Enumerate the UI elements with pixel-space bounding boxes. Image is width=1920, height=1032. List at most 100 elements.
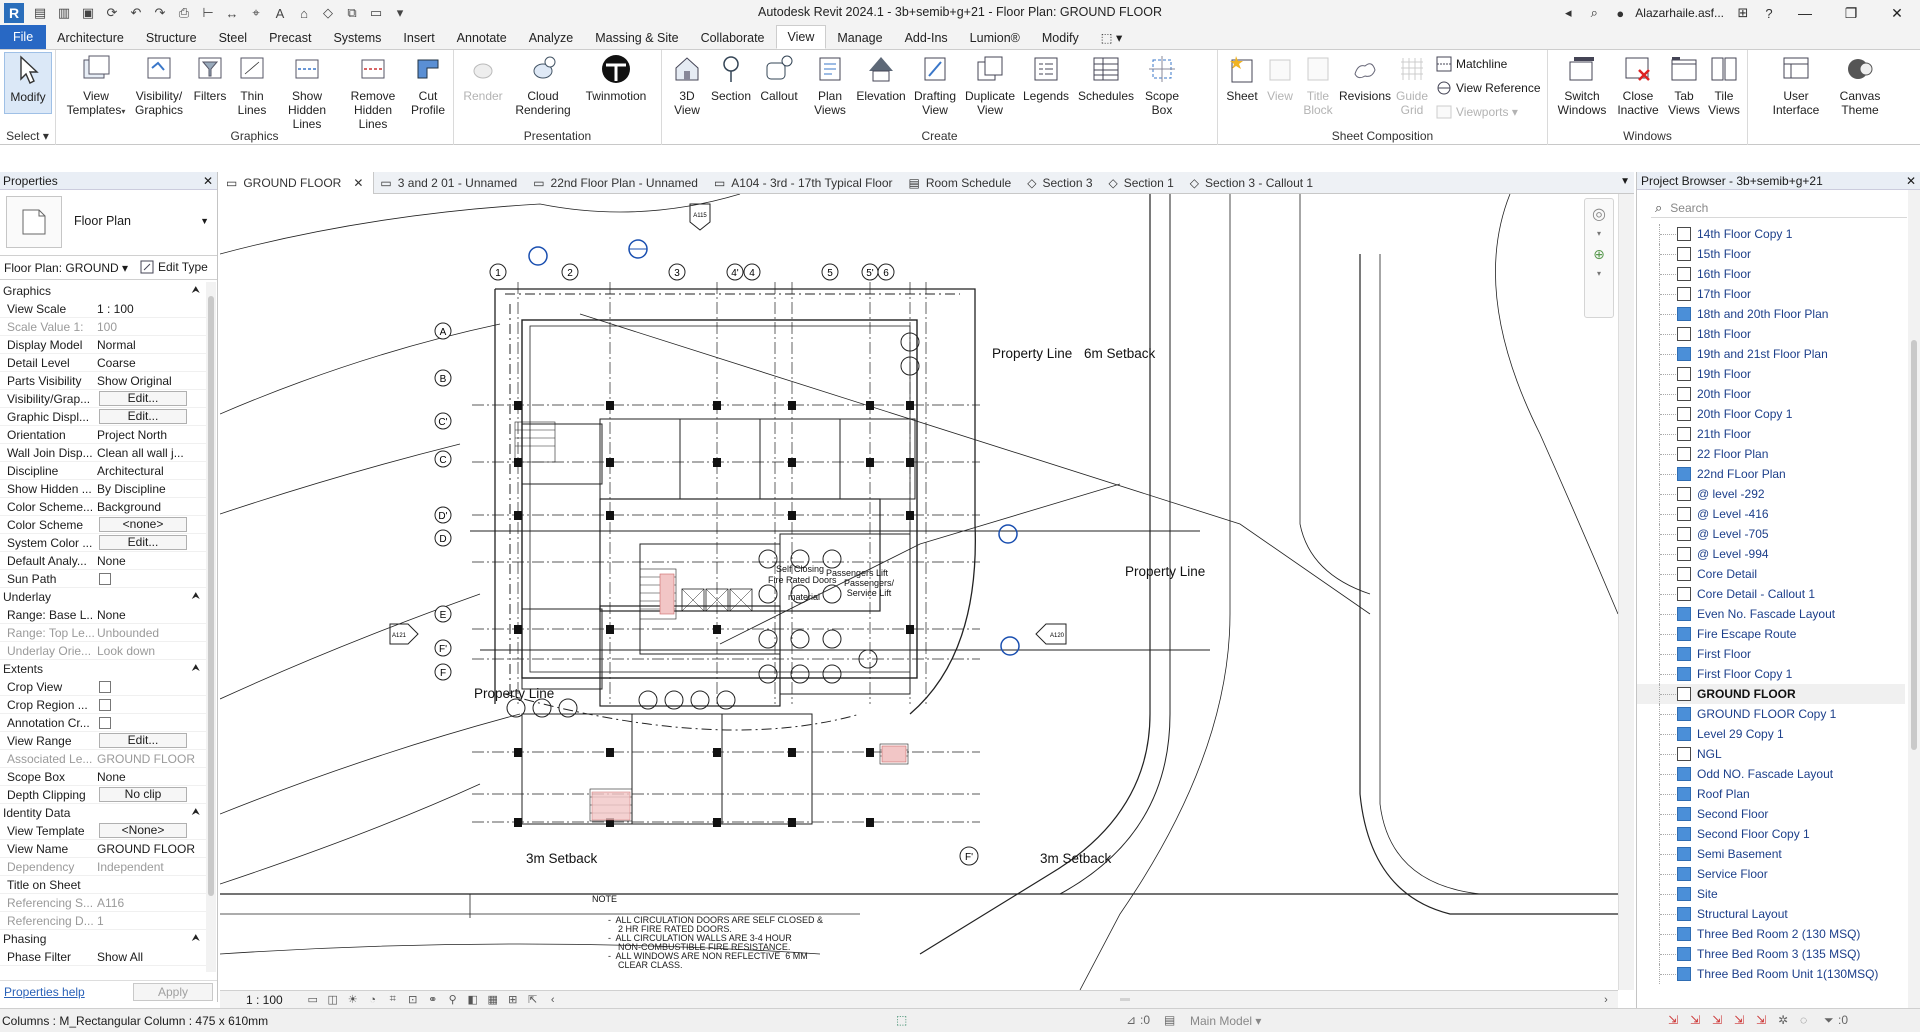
text-icon[interactable]: A <box>270 3 290 23</box>
schedules-button[interactable]: Schedules <box>1076 52 1136 103</box>
active-model[interactable]: Main Model ▾ <box>1190 1014 1261 1028</box>
background-processes-icon[interactable]: ✲ <box>1778 1013 1788 1027</box>
property-value[interactable]: Edit... <box>94 534 204 551</box>
ribbon-options-icon[interactable]: ⬚ ▾ <box>1090 27 1134 49</box>
zoom-dropdown-icon[interactable]: ▾ <box>1585 269 1613 279</box>
section-extents[interactable]: Extents ⮝ <box>0 660 206 678</box>
view-tab[interactable]: ◇ Section 3 <box>1021 172 1102 194</box>
browser-item[interactable]: 18th Floor <box>1637 324 1905 344</box>
user-interface-button[interactable]: User Interface <box>1764 52 1828 117</box>
select-by-face-icon[interactable]: ⇲ <box>1734 1013 1744 1027</box>
close-inactive-button[interactable]: Close Inactive <box>1614 52 1662 117</box>
view-tab[interactable]: ◇ Section 1 <box>1103 172 1184 194</box>
close-browser-icon[interactable]: ✕ <box>1906 172 1916 190</box>
browser-item[interactable]: 19th and 21st Floor Plan <box>1637 344 1905 364</box>
customize-qat-icon[interactable]: ▾ <box>390 3 410 23</box>
unlock-3d-icon[interactable]: ⚭ <box>423 993 443 1006</box>
browser-item[interactable]: First Floor Copy 1 <box>1637 664 1905 684</box>
property-value[interactable]: <None> <box>94 822 204 839</box>
tab-precast[interactable]: Precast <box>258 27 322 49</box>
property-value[interactable]: No clip <box>94 786 204 803</box>
property-checkbox[interactable] <box>99 699 111 711</box>
visual-style-icon[interactable]: ◫ <box>323 993 343 1006</box>
browser-item[interactable]: 17th Floor <box>1637 284 1905 304</box>
tab-views-button[interactable]: Tab Views <box>1664 52 1704 117</box>
property-value[interactable]: Project North <box>94 426 204 443</box>
cart-icon[interactable]: ⊞ <box>1730 5 1756 21</box>
tab-collaborate[interactable]: Collaborate <box>690 27 776 49</box>
tab-analyze[interactable]: Analyze <box>518 27 584 49</box>
select-group-title[interactable]: Select ▾ <box>0 129 55 143</box>
property-value[interactable]: By Discipline <box>94 480 204 497</box>
property-value[interactable] <box>94 678 204 695</box>
property-value[interactable]: GROUND FLOOR <box>94 840 204 857</box>
property-value[interactable]: Normal <box>94 336 204 353</box>
undo-icon[interactable]: ↶ <box>126 3 146 23</box>
sheet-button[interactable]: Sheet <box>1222 52 1262 103</box>
browser-item[interactable]: 19th Floor <box>1637 364 1905 384</box>
shadows-icon[interactable]: ◔ <box>363 994 383 1006</box>
measure-icon[interactable]: ⊢ <box>198 3 218 23</box>
properties-scrollbar[interactable] <box>206 282 216 972</box>
property-edit-button[interactable]: <None> <box>99 823 187 838</box>
sun-path-icon[interactable]: ☀ <box>343 993 363 1006</box>
thin-lines-button[interactable]: Thin Lines <box>232 52 272 117</box>
browser-item[interactable]: @ Level -416 <box>1637 504 1905 524</box>
tab-massing-site[interactable]: Massing & Site <box>584 27 689 49</box>
temp-view-props-icon[interactable]: ▦ <box>483 993 503 1006</box>
property-checkbox[interactable] <box>99 573 111 585</box>
scrollbar-thumb[interactable] <box>1911 340 1917 750</box>
property-value[interactable] <box>94 696 204 713</box>
property-edit-button[interactable]: Edit... <box>99 733 187 748</box>
filter-icon[interactable]: ⏷ <box>1824 1013 1834 1028</box>
browser-item[interactable]: Service Floor <box>1637 864 1905 884</box>
editable-only-icon[interactable]: ◌ <box>1800 1013 1807 1027</box>
close-properties-icon[interactable]: ✕ <box>203 172 213 190</box>
tab-manage[interactable]: Manage <box>826 27 893 49</box>
browser-item[interactable]: 18th and 20th Floor Plan <box>1637 304 1905 324</box>
view-tab[interactable]: ◇ Section 3 - Callout 1 <box>1184 172 1323 194</box>
twinmotion-button[interactable]: Twinmotion <box>578 52 654 103</box>
property-value[interactable]: <none> <box>94 516 204 533</box>
callout-button[interactable]: Callout <box>756 52 802 103</box>
section-button[interactable]: Section <box>708 52 754 103</box>
canvas-theme-button[interactable]: Canvas Theme <box>1832 52 1888 117</box>
property-value[interactable]: Clean all wall j... <box>94 444 204 461</box>
property-value[interactable]: None <box>94 552 204 569</box>
browser-scrollbar[interactable] <box>1908 190 1920 1008</box>
browser-item[interactable]: Fire Escape Route <box>1637 624 1905 644</box>
cut-profile-button[interactable]: Cut Profile <box>406 52 450 117</box>
property-value[interactable]: Show Original <box>94 372 204 389</box>
scroll-left-icon[interactable]: ‹ <box>543 994 563 1006</box>
property-value[interactable]: Edit... <box>94 408 204 425</box>
scrollbar-thumb[interactable] <box>1120 998 1130 1001</box>
print-icon[interactable]: ⎙ <box>174 3 194 23</box>
property-value[interactable]: None <box>94 606 204 623</box>
property-value[interactable]: Edit... <box>94 390 204 407</box>
save-icon[interactable]: ▣ <box>78 3 98 23</box>
tab-structure[interactable]: Structure <box>135 27 208 49</box>
section-graphics[interactable]: Graphics ⮝ <box>0 282 206 300</box>
browser-item[interactable]: Roof Plan <box>1637 784 1905 804</box>
view-tab[interactable]: ▤ Room Schedule <box>903 172 1022 194</box>
show-analytical-icon[interactable]: ⊞ <box>503 993 523 1006</box>
tag-icon[interactable]: ⌖ <box>246 3 266 23</box>
browser-item[interactable]: Three Bed Room 2 (130 MSQ) <box>1637 924 1905 944</box>
property-value[interactable] <box>94 570 204 587</box>
tab-add-ins[interactable]: Add-Ins <box>894 27 959 49</box>
collapse-arrow-icon[interactable]: ◂ <box>1555 5 1581 21</box>
property-value[interactable]: Edit... <box>94 732 204 749</box>
browser-item[interactable]: Odd NO. Fascade Layout <box>1637 764 1905 784</box>
property-value[interactable]: Background <box>94 498 204 515</box>
view-placement-button[interactable]: View <box>1262 52 1298 103</box>
remove-hidden-lines-button[interactable]: Remove Hidden Lines <box>342 52 404 131</box>
legends-button[interactable]: Legends <box>1022 52 1070 103</box>
close-tab-icon[interactable]: ✕ <box>353 176 363 190</box>
select-pinned-icon[interactable]: ⇲ <box>1712 1013 1722 1027</box>
property-edit-button[interactable]: No clip <box>99 787 187 802</box>
browser-item[interactable]: Semi Basement <box>1637 844 1905 864</box>
browser-item[interactable]: Even No. Fascade Layout <box>1637 604 1905 624</box>
property-value[interactable]: Coarse <box>94 354 204 371</box>
view-tab[interactable]: ▭ 22nd Floor Plan - Unnamed <box>527 172 708 194</box>
browser-item[interactable]: 14th Floor Copy 1 <box>1637 224 1905 244</box>
